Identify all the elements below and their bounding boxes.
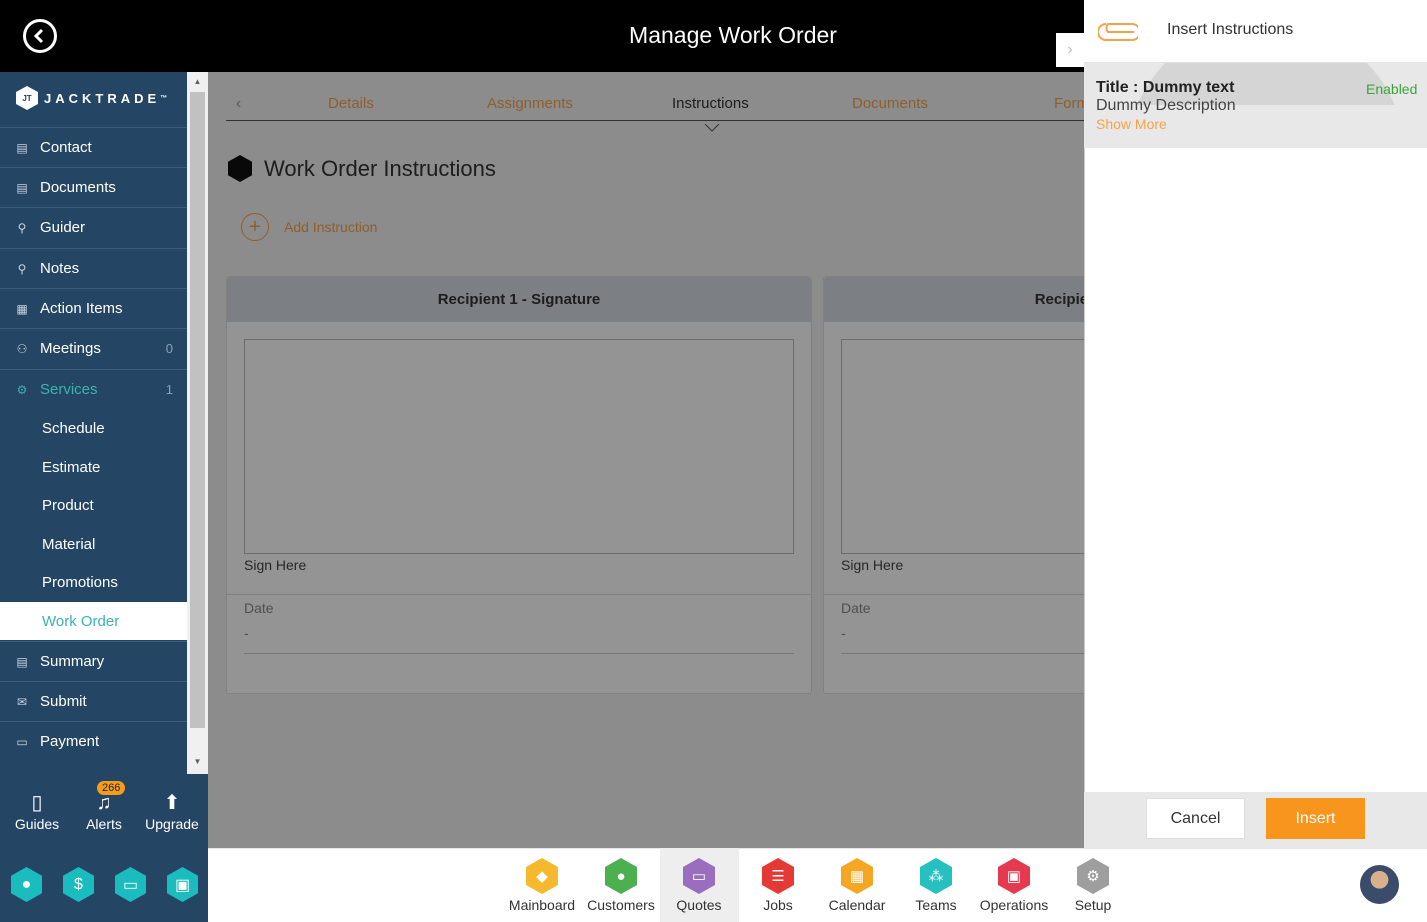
- scroll-thumb[interactable]: [190, 92, 205, 728]
- submit-icon: ✉: [16, 694, 28, 709]
- alerts-badge: 266: [97, 781, 126, 795]
- sidebar-subitem-promotions[interactable]: Promotions: [0, 563, 187, 601]
- nav-label: Teams: [915, 897, 957, 913]
- instruction-description: Dummy Description: [1096, 97, 1236, 114]
- logo-mark-icon: JT: [16, 86, 38, 110]
- nav-label: Jobs: [763, 897, 793, 913]
- back-button[interactable]: [23, 19, 57, 53]
- jobs-icon: ☰: [762, 858, 794, 894]
- guides-button[interactable]: ▯ Guides: [7, 790, 67, 832]
- chevron-right-icon[interactable]: ›: [1056, 33, 1084, 67]
- sidebar-item-contact[interactable]: ▤ Contact: [0, 127, 187, 167]
- alerts-button[interactable]: ♫ Alerts: [74, 790, 134, 832]
- panel-title: Insert Instructions: [1167, 21, 1294, 38]
- documents-icon: ▤: [16, 180, 28, 195]
- insert-button[interactable]: Insert: [1266, 798, 1365, 839]
- clipboard-icon: ▦: [16, 301, 28, 316]
- cancel-button[interactable]: Cancel: [1146, 798, 1245, 839]
- panel-footer: [1084, 792, 1427, 848]
- upgrade-arrow-icon: ⬆: [163, 792, 181, 814]
- setup-icon: ⚙: [1077, 858, 1109, 894]
- sidebar-item-label: Contact: [40, 139, 92, 156]
- nav-label: Customers: [587, 897, 655, 913]
- nav-label: Setup: [1074, 897, 1112, 913]
- alerts-label: Alerts: [86, 816, 122, 832]
- sidebar-item-label: Services: [40, 381, 98, 398]
- nav-mainboard[interactable]: ◆ Mainboard: [502, 848, 582, 922]
- upgrade-label: Upgrade: [145, 816, 199, 832]
- sidebar-item-guider[interactable]: ⚲ Guider: [0, 207, 187, 247]
- customers-icon: ●: [605, 858, 637, 894]
- guider-icon: ⚲: [17, 220, 27, 235]
- sidebar-item-payment[interactable]: ▭ Payment: [0, 721, 187, 761]
- nav-setup[interactable]: ⚙ Setup: [1053, 848, 1133, 922]
- nav-teams[interactable]: ⁂ Teams: [896, 848, 976, 922]
- sidebar-item-documents[interactable]: ▤ Documents: [0, 167, 187, 207]
- notes-icon: ⚲: [17, 261, 27, 276]
- sidebar-item-action-items[interactable]: ▦ Action Items: [0, 288, 187, 328]
- nav-operations[interactable]: ▣ Operations: [974, 848, 1054, 922]
- nav-label: Calendar: [828, 897, 886, 913]
- sidebar-item-notes[interactable]: ⚲ Notes: [0, 248, 187, 288]
- meetings-icon: ⚇: [16, 341, 28, 356]
- scroll-down-icon[interactable]: ▼: [187, 752, 208, 772]
- logo: JT JACKTRADE ™: [16, 86, 167, 110]
- logo-text: JACKTRADE: [44, 90, 161, 106]
- sidebar-item-label: Meetings: [40, 340, 101, 357]
- nav-label: Quotes: [676, 897, 722, 913]
- services-count: 1: [165, 382, 173, 397]
- sidebar-subitem-material[interactable]: Material: [0, 525, 187, 563]
- meetings-count: 0: [165, 341, 173, 356]
- teams-icon: ⁂: [920, 858, 952, 894]
- sidebar-item-label: Documents: [40, 179, 116, 196]
- sidebar-item-label: Payment: [40, 733, 100, 750]
- sidebar-subitem-schedule[interactable]: Schedule: [0, 409, 187, 447]
- sidebar-item-meetings[interactable]: ⚇ Meetings 0: [0, 328, 187, 368]
- nav-label: Mainboard: [508, 897, 576, 913]
- sidebar-item-services[interactable]: ⚙ Services 1: [0, 369, 187, 409]
- sidebar-item-label: Guider: [40, 219, 86, 236]
- scroll-up-icon[interactable]: ▲: [187, 72, 208, 92]
- sidebar-item-label: Action Items: [40, 300, 123, 317]
- book-icon: ▯: [31, 792, 43, 814]
- modal-overlay[interactable]: [208, 72, 1084, 848]
- calendar-icon: ▦: [841, 858, 873, 894]
- upgrade-button[interactable]: ⬆ Upgrade: [142, 790, 202, 832]
- sidebar-item-label: Summary: [40, 653, 105, 670]
- nav-customers[interactable]: ● Customers: [581, 848, 661, 922]
- nav-jobs[interactable]: ☰ Jobs: [738, 848, 818, 922]
- services-icon: ⚙: [16, 382, 28, 397]
- sidebar-item-label: Submit: [40, 693, 87, 710]
- sidebar-item-summary[interactable]: ▤ Summary: [0, 641, 187, 681]
- back-arrow-icon: [33, 28, 44, 44]
- nav-label: Operations: [979, 897, 1049, 913]
- status-badge: Enabled: [1366, 81, 1418, 97]
- paperclip-icon: [1097, 20, 1141, 44]
- operations-icon: ▣: [998, 858, 1030, 894]
- contact-icon: ▤: [16, 140, 28, 155]
- mainboard-icon: ◆: [526, 858, 558, 894]
- quotes-icon: ▭: [683, 858, 715, 894]
- sidebar-subitem-product[interactable]: Product: [0, 486, 187, 524]
- guides-label: Guides: [14, 816, 60, 832]
- nav-calendar[interactable]: ▦ Calendar: [817, 848, 897, 922]
- summary-icon: ▤: [16, 654, 28, 669]
- avatar[interactable]: [1360, 865, 1399, 904]
- payment-icon: ▭: [16, 734, 28, 749]
- instruction-title: Title : Dummy text: [1096, 79, 1235, 96]
- sidebar-item-submit[interactable]: ✉ Submit: [0, 681, 187, 721]
- show-more-link[interactable]: Show More: [1096, 116, 1167, 132]
- sidebar-subitem-estimate[interactable]: Estimate: [0, 448, 187, 486]
- sidebar-item-label: Notes: [40, 260, 80, 277]
- nav-quotes[interactable]: ▭ Quotes: [659, 848, 739, 922]
- logo-tm: ™: [160, 94, 168, 102]
- sidebar-subitem-work-order[interactable]: Work Order: [0, 602, 187, 640]
